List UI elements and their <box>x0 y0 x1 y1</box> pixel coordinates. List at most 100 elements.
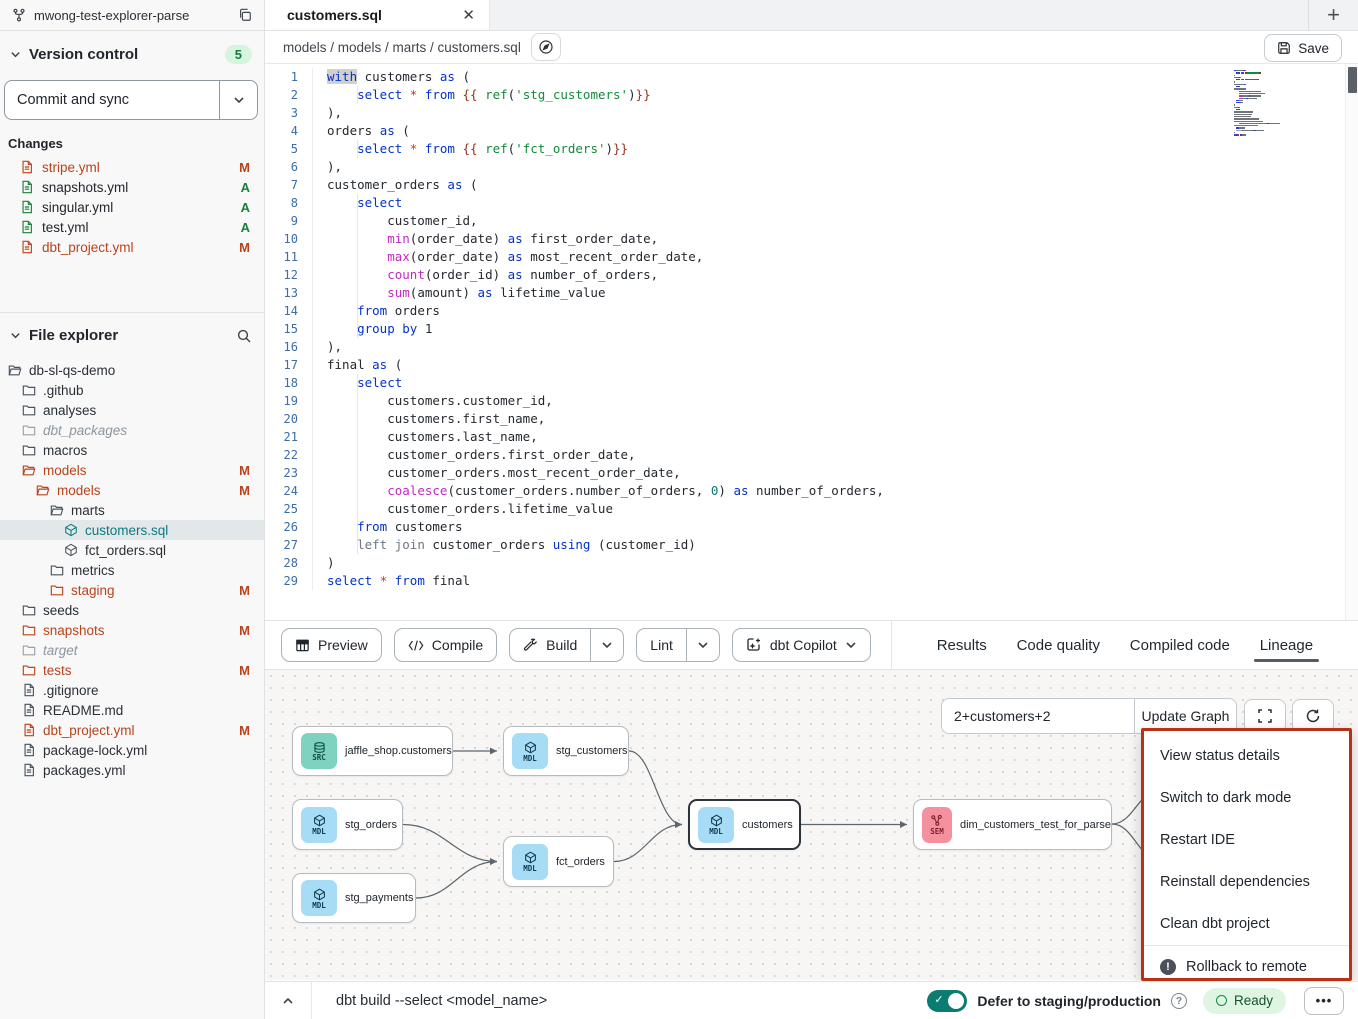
lint-button[interactable]: Lint <box>637 629 686 661</box>
tree-item-db-sl-qs-demo[interactable]: db-sl-qs-demo <box>0 360 264 380</box>
open-in-explorer-button[interactable] <box>531 33 561 61</box>
code-line: 22 customer_orders.first_order_date, <box>265 446 1358 464</box>
mdl-glyph-icon <box>524 741 537 754</box>
folder-icon <box>36 483 50 497</box>
tree-item-package-lock-yml[interactable]: package-lock.yml <box>0 740 264 760</box>
file-icon <box>22 743 36 757</box>
tree-item-models[interactable]: modelsM <box>0 480 264 500</box>
changed-file-row[interactable]: test.ymlA <box>0 217 264 237</box>
node-label: dim_customers_test_for_parse <box>960 819 1111 831</box>
commit-and-sync-button[interactable]: Commit and sync <box>5 81 219 119</box>
lineage-node-customers[interactable]: MDLcustomers <box>688 799 801 850</box>
new-tab-button[interactable]: + <box>1308 0 1358 30</box>
tree-item--github[interactable]: .github <box>0 380 264 400</box>
node-badge-label: MDL <box>312 828 326 835</box>
tree-item-target[interactable]: target <box>0 640 264 660</box>
help-icon[interactable]: ? <box>1171 993 1187 1009</box>
tree-item-analyses[interactable]: analyses <box>0 400 264 420</box>
tree-item-dbt-project-yml[interactable]: dbt_project.ymlM <box>0 720 264 740</box>
commit-options-dropdown[interactable] <box>219 81 257 119</box>
changed-file-row[interactable]: snapshots.ymlA <box>0 177 264 197</box>
lineage-node-stg_customers[interactable]: MDLstg_customers <box>503 726 629 776</box>
lineage-node-fct_orders[interactable]: MDLfct_orders <box>503 836 614 887</box>
file-icon <box>20 220 34 234</box>
model-cube-icon <box>64 543 78 557</box>
expand-command-bar-icon[interactable] <box>265 994 311 1008</box>
preview-button[interactable]: Preview <box>281 628 382 662</box>
tree-item-snapshots[interactable]: snapshotsM <box>0 620 264 640</box>
tree-item-label: dbt_packages <box>43 423 127 438</box>
menu-item-clean-dbt-project[interactable]: Clean dbt project <box>1144 903 1349 945</box>
menu-item-reinstall-dependencies[interactable]: Reinstall dependencies <box>1144 861 1349 903</box>
sem-glyph-icon <box>930 814 943 827</box>
tree-item-customers-sql[interactable]: customers.sql <box>0 520 264 540</box>
code-line: 28) <box>265 554 1358 572</box>
copy-icon[interactable] <box>238 8 252 22</box>
tree-item-marts[interactable]: marts <box>0 500 264 520</box>
tree-item-label: target <box>43 643 78 658</box>
lint-options-dropdown[interactable] <box>686 629 719 661</box>
tree-item-packages-yml[interactable]: packages.yml <box>0 760 264 780</box>
dbt-copilot-button[interactable]: dbt Copilot <box>732 628 871 662</box>
file-icon <box>20 200 34 214</box>
tree-item-metrics[interactable]: metrics <box>0 560 264 580</box>
editor-scrollbar-thumb[interactable] <box>1348 67 1357 93</box>
tree-item-fct-orders-sql[interactable]: fct_orders.sql <box>0 540 264 560</box>
tree-item-readme-md[interactable]: README.md <box>0 700 264 720</box>
folder-icon <box>22 423 36 437</box>
search-icon[interactable] <box>236 328 252 344</box>
file-explorer-header[interactable]: File explorer <box>0 313 264 352</box>
tree-item-tests[interactable]: testsM <box>0 660 264 680</box>
lineage-node-dim_customers_test_for_parse[interactable]: SEMdim_customers_test_for_parse <box>913 799 1112 850</box>
menu-item-restart-ide[interactable]: Restart IDE <box>1144 819 1349 861</box>
editor-scrollbar[interactable] <box>1345 64 1358 620</box>
lint-split-button: Lint <box>636 628 720 662</box>
results-tab-lineage[interactable]: Lineage <box>1260 621 1313 669</box>
tree-item-dbt-packages[interactable]: dbt_packages <box>0 420 264 440</box>
editor-minimap[interactable] <box>1234 70 1306 137</box>
changed-file-row[interactable]: stripe.ymlM <box>0 157 264 177</box>
more-options-button[interactable]: ••• <box>1304 987 1344 1015</box>
tree-item-seeds[interactable]: seeds <box>0 600 264 620</box>
changed-file-row[interactable]: singular.ymlA <box>0 197 264 217</box>
build-split-button: Build <box>509 628 624 662</box>
defer-toggle[interactable]: ✓ <box>927 990 967 1012</box>
lineage-node-jaffle_shop.customers[interactable]: SRCjaffle_shop.customers <box>292 726 453 776</box>
tree-item-staging[interactable]: stagingM <box>0 580 264 600</box>
file-icon <box>22 723 36 737</box>
tree-item-label: dbt_project.yml <box>43 723 135 738</box>
results-tab-results[interactable]: Results <box>937 621 987 669</box>
results-tab-code-quality[interactable]: Code quality <box>1017 621 1100 669</box>
lineage-node-stg_payments[interactable]: MDLstg_payments <box>292 873 416 923</box>
tab-close-icon[interactable]: ✕ <box>462 6 475 24</box>
changes-label: Changes <box>0 120 264 157</box>
compile-button[interactable]: Compile <box>394 628 497 662</box>
node-type-badge: MDL <box>301 807 337 843</box>
file-icon <box>20 240 34 254</box>
build-options-dropdown[interactable] <box>590 629 623 661</box>
save-button[interactable]: Save <box>1264 34 1342 62</box>
tree-item-macros[interactable]: macros <box>0 440 264 460</box>
changes-list: stripe.ymlMsnapshots.ymlAsingular.ymlAte… <box>0 157 264 257</box>
changed-file-row[interactable]: dbt_project.ymlM <box>0 237 264 257</box>
lineage-node-stg_orders[interactable]: MDLstg_orders <box>292 799 403 850</box>
results-tab-compiled-code[interactable]: Compiled code <box>1130 621 1230 669</box>
version-control-header[interactable]: Version control 5 <box>0 31 264 72</box>
code-editor[interactable]: 1with customers as (2 select * from {{ r… <box>265 64 1358 620</box>
tree-item--gitignore[interactable]: .gitignore <box>0 680 264 700</box>
version-control-title: Version control <box>29 46 217 63</box>
tab-customers-sql[interactable]: customers.sql ✕ <box>265 0 490 30</box>
code-line: 4orders as ( <box>265 122 1358 140</box>
tree-item-models[interactable]: modelsM <box>0 460 264 480</box>
changed-file-name: dbt_project.yml <box>42 240 134 255</box>
status-bar: dbt build --select <model_name> ✓ Defer … <box>265 981 1358 1019</box>
menu-item-view-status-details[interactable]: View status details <box>1144 735 1349 777</box>
command-input[interactable]: dbt build --select <model_name> <box>336 993 547 1009</box>
mdl-glyph-icon <box>710 814 723 827</box>
code-icon <box>408 639 424 652</box>
folder-icon <box>22 603 36 617</box>
build-button[interactable]: Build <box>510 629 590 661</box>
lineage-filter-input[interactable] <box>941 698 1135 734</box>
menu-item-switch-to-dark-mode[interactable]: Switch to dark mode <box>1144 777 1349 819</box>
folder-icon <box>50 503 64 517</box>
